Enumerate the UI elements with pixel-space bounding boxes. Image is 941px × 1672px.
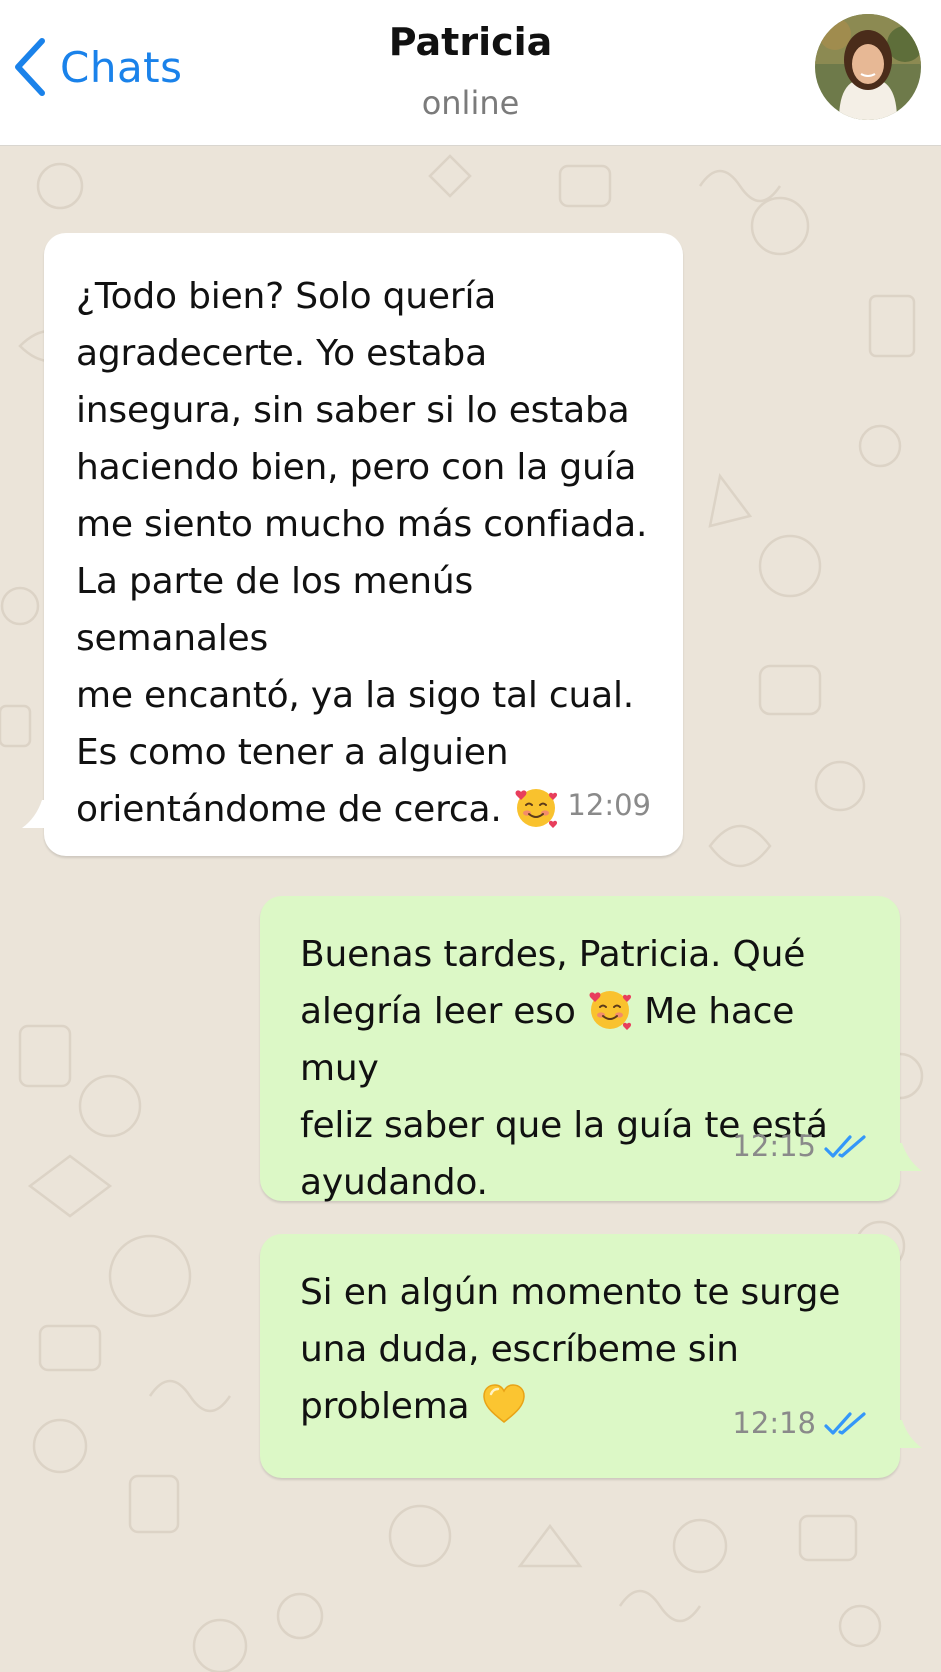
message-line: problema [300,1386,470,1427]
contact-name[interactable]: Patricia [0,20,941,64]
message-line: me siento mucho más confiada. [76,504,648,545]
message-line: Si en algún momento te surge [300,1272,841,1313]
message-line: orientándome de cerca. [76,789,502,830]
bubble-tail [22,800,50,828]
bubble-tail [894,1143,922,1171]
smiling-face-with-hearts-icon [589,991,631,1030]
bubble-tail [894,1420,922,1448]
message-line: La parte de los menús semanales [76,561,474,659]
contact-photo [815,14,921,120]
message-line: ¿Todo bien? Solo quería [76,276,497,317]
message-line: ayudando. [300,1162,488,1203]
contact-status: online [421,84,520,122]
message-line: insegura, sin saber si lo estaba [76,390,630,431]
chat-screen: Chats Patricia online ¿Todo bien? Solo q… [0,0,941,1672]
yellow-heart-icon [482,1384,525,1423]
message-text: ¿Todo bien? Solo quería agradecerte. Yo … [76,268,653,838]
message-line: Es como tener a alguien [76,732,509,773]
message-time: 12:09 [567,788,651,822]
message-time: 12:18 [732,1406,816,1440]
message-bubble-outgoing[interactable]: Si en algún momento te surge una duda, e… [260,1234,922,1478]
message-bubble-outgoing[interactable]: Buenas tardes, Patricia. Qué alegría lee… [260,896,922,1203]
message-line: haciendo bien, pero con la guía [76,447,637,488]
message-meta: 12:18 [732,1395,868,1452]
avatar[interactable] [815,14,921,120]
message-meta: 12:09 [567,777,651,834]
message-line: Buenas tardes, Patricia. Qué [300,934,806,975]
message-bubble-incoming[interactable]: ¿Todo bien? Solo quería agradecerte. Yo … [22,233,683,856]
smiling-face-with-hearts-icon [515,789,557,828]
message-line: una duda, escríbeme sin [300,1329,739,1370]
message-line: agradecerte. Yo estaba [76,333,487,374]
chat-header: Chats Patricia online [0,0,941,146]
message-line: alegría leer eso [300,991,576,1032]
message-line: me encantó, ya la sigo tal cual. [76,675,635,716]
message-time: 12:15 [732,1129,816,1163]
message-meta: 12:15 [732,1118,868,1175]
double-check-icon [824,1411,866,1435]
double-check-icon [824,1134,866,1158]
